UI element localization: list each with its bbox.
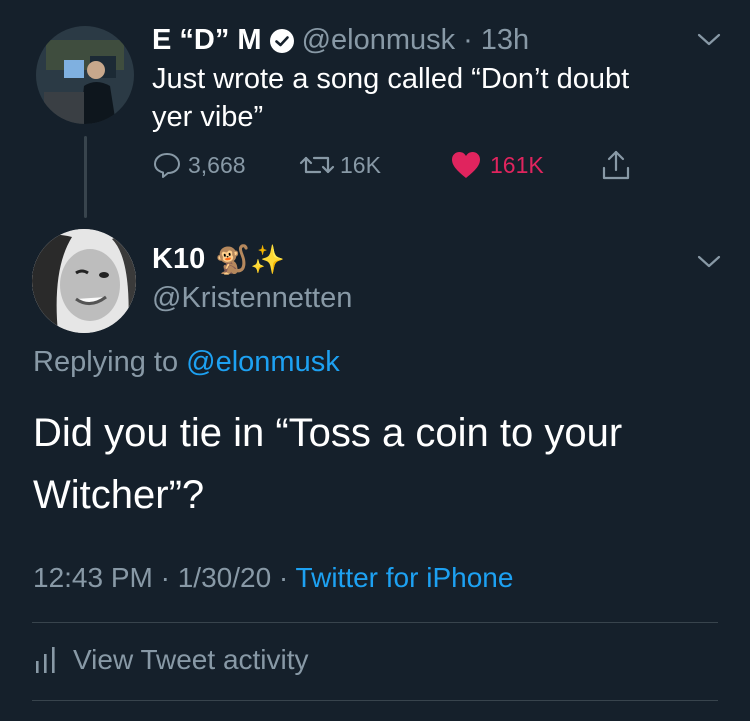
author-handle[interactable]: @elonmusk — [302, 24, 456, 57]
retweet-count: 16K — [340, 151, 381, 178]
tweet-text-line: Did you tie in “Toss a coin to your — [33, 411, 623, 455]
verified-badge-icon — [269, 28, 294, 53]
chevron-down-icon[interactable] — [696, 32, 722, 48]
tweet-timestamp: 12:43 PM · 1/30/20 · — [33, 562, 289, 593]
divider — [32, 622, 718, 623]
replying-to-link[interactable]: @elonmusk — [186, 346, 340, 378]
retweet-icon — [299, 156, 335, 174]
replying-to: Replying to @elonmusk — [33, 346, 340, 379]
like-count: 161K — [490, 151, 544, 178]
time-separator: · — [463, 24, 473, 56]
name-emojis: 🐒✨ — [215, 243, 285, 276]
avatar[interactable] — [36, 26, 134, 124]
tweet-text-line: yer vibe” — [152, 101, 264, 133]
share-button[interactable] — [600, 148, 632, 182]
share-icon — [602, 150, 630, 180]
avatar-photo-icon — [32, 229, 136, 333]
activity-chart-icon — [36, 647, 55, 673]
divider — [32, 700, 718, 701]
tweet-text: Just wrote a song called “Don’t doubt ye… — [152, 60, 629, 136]
tweet-text-line: Just wrote a song called “Don’t doubt — [152, 63, 630, 95]
retweet-button[interactable]: 16K — [298, 150, 381, 180]
reply-button[interactable]: 3,668 — [152, 150, 246, 180]
avatar[interactable] — [32, 229, 136, 333]
tweet-metadata: 12:43 PM · 1/30/20 · Twitter for iPhone — [33, 562, 513, 594]
view-tweet-activity-label: View Tweet activity — [73, 644, 309, 675]
like-button[interactable]: 161K — [450, 150, 544, 180]
thread-connector — [84, 136, 87, 218]
author-handle[interactable]: @Kristennetten — [152, 282, 352, 315]
tweet-time[interactable]: 13h — [481, 24, 529, 57]
avatar-photo-icon — [36, 26, 134, 124]
tweet-source-link[interactable]: Twitter for iPhone — [296, 562, 514, 593]
replying-prefix: Replying to — [33, 346, 179, 378]
author-name[interactable]: E “D” M — [152, 24, 262, 57]
tweet-text: Did you tie in “Toss a coin to your Witc… — [33, 402, 622, 526]
heart-icon — [452, 152, 480, 178]
author-name[interactable]: K10 — [152, 243, 205, 276]
chevron-down-icon[interactable] — [696, 254, 722, 270]
reply-icon — [154, 153, 180, 178]
reply-count: 3,668 — [188, 151, 246, 178]
tweet-text-line: Witcher”? — [33, 473, 205, 517]
view-tweet-activity-button[interactable]: View Tweet activity — [33, 644, 309, 676]
